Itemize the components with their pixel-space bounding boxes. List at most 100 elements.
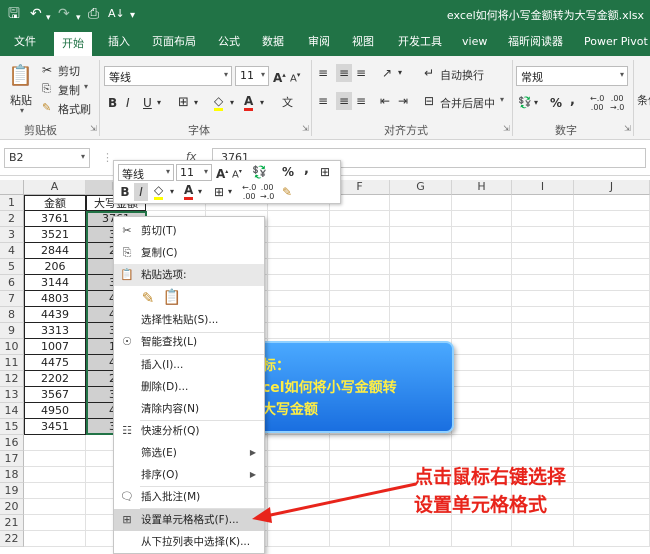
cell-j16[interactable] bbox=[574, 435, 650, 451]
cell-h12[interactable] bbox=[452, 371, 512, 387]
cell-e9[interactable] bbox=[268, 323, 330, 339]
row-header-2[interactable]: 2 bbox=[0, 211, 24, 227]
mini-accounting-icon[interactable]: 💱 bbox=[252, 163, 267, 181]
cell-j7[interactable] bbox=[574, 291, 650, 307]
column-header-a[interactable]: A bbox=[24, 180, 86, 195]
fill-color-dropdown-icon[interactable]: ▾ bbox=[230, 94, 234, 112]
name-box-splitter[interactable]: ⋮ bbox=[102, 151, 113, 164]
cell-j18[interactable] bbox=[574, 467, 650, 483]
cell-a1[interactable]: 金额 bbox=[24, 195, 86, 211]
tab-review[interactable]: 审阅 bbox=[308, 34, 330, 56]
row-header-14[interactable]: 14 bbox=[0, 403, 24, 419]
cell-g2[interactable] bbox=[390, 211, 452, 227]
row-header-7[interactable]: 7 bbox=[0, 291, 24, 307]
cell-i8[interactable] bbox=[512, 307, 574, 323]
cell-j9[interactable] bbox=[574, 323, 650, 339]
cut-button[interactable]: 剪切 bbox=[58, 63, 80, 79]
cell-f22[interactable] bbox=[330, 531, 390, 547]
paste-dropdown-icon[interactable]: ▾ bbox=[20, 106, 24, 115]
tab-home[interactable]: 开始 bbox=[54, 32, 92, 56]
tab-file[interactable]: 文件 bbox=[14, 34, 36, 56]
paste-icon[interactable]: 📋 bbox=[8, 62, 33, 88]
cell-h8[interactable] bbox=[452, 307, 512, 323]
underline-button[interactable]: U bbox=[143, 94, 152, 112]
print-preview-icon[interactable]: ⎙ bbox=[88, 5, 99, 23]
cell-e7[interactable] bbox=[268, 291, 330, 307]
cell-j13[interactable] bbox=[574, 387, 650, 403]
row-header-18[interactable]: 18 bbox=[0, 467, 24, 483]
name-box[interactable]: B2 ▾ bbox=[4, 148, 90, 168]
cell-h7[interactable] bbox=[452, 291, 512, 307]
sort-asc-icon[interactable]: A↓ bbox=[108, 5, 125, 23]
cell-h5[interactable] bbox=[452, 259, 512, 275]
cell-i22[interactable] bbox=[512, 531, 574, 547]
cell-a20[interactable] bbox=[24, 499, 86, 515]
cell-e4[interactable] bbox=[268, 243, 330, 259]
number-format-select[interactable]: 常规 ▾ bbox=[516, 66, 628, 86]
tab-view-en[interactable]: view bbox=[462, 34, 487, 56]
row-header-4[interactable]: 4 bbox=[0, 243, 24, 259]
undo-dropdown-icon[interactable]: ▾ bbox=[46, 9, 51, 27]
cell-e8[interactable] bbox=[268, 307, 330, 323]
accounting-dropdown-icon[interactable]: ▾ bbox=[534, 94, 538, 112]
copy-button[interactable]: 复制 bbox=[58, 82, 80, 98]
decrease-font-icon[interactable]: A▾ bbox=[290, 66, 300, 88]
cell-g8[interactable] bbox=[390, 307, 452, 323]
cell-f16[interactable] bbox=[330, 435, 390, 451]
menu-item-quick-analysis[interactable]: ☷ 快速分析(Q) bbox=[114, 420, 264, 442]
cell-j11[interactable] bbox=[574, 355, 650, 371]
menu-item-pick-from-list[interactable]: 从下拉列表中选择(K)... bbox=[114, 531, 264, 553]
orientation-icon[interactable]: ↗ bbox=[382, 64, 392, 82]
cell-a2[interactable]: 3761 bbox=[24, 211, 86, 227]
row-header-10[interactable]: 10 bbox=[0, 339, 24, 355]
column-header-g[interactable]: G bbox=[390, 180, 452, 195]
mini-format-table-icon[interactable]: ⊞ bbox=[320, 163, 330, 181]
menu-item-smart-lookup[interactable]: ☉ 智能查找(L) bbox=[114, 331, 264, 353]
mini-bold-button[interactable]: B bbox=[118, 183, 132, 201]
mini-comma-button[interactable]: , bbox=[304, 161, 309, 179]
cell-j14[interactable] bbox=[574, 403, 650, 419]
cell-f6[interactable] bbox=[330, 275, 390, 291]
mini-font-size-select[interactable]: 11 ▾ bbox=[176, 164, 212, 181]
cell-a5[interactable]: 206 bbox=[24, 259, 86, 275]
cell-j21[interactable] bbox=[574, 515, 650, 531]
cell-e3[interactable] bbox=[268, 227, 330, 243]
menu-item-clear-contents[interactable]: 清除内容(N) bbox=[114, 398, 264, 420]
cell-a18[interactable] bbox=[24, 467, 86, 483]
cell-j2[interactable] bbox=[574, 211, 650, 227]
conditional-format-button[interactable]: 条件 bbox=[637, 92, 650, 108]
cell-a14[interactable]: 4950 bbox=[24, 403, 86, 419]
cell-i6[interactable] bbox=[512, 275, 574, 291]
cell-e6[interactable] bbox=[268, 275, 330, 291]
cell-e5[interactable] bbox=[268, 259, 330, 275]
cell-h10[interactable] bbox=[452, 339, 512, 355]
cell-g4[interactable] bbox=[390, 243, 452, 259]
align-top-icon[interactable]: ≡ bbox=[318, 64, 328, 82]
format-painter-button[interactable]: 格式刷 bbox=[58, 101, 91, 117]
align-left-icon[interactable]: ≡ bbox=[318, 92, 328, 110]
cell-j6[interactable] bbox=[574, 275, 650, 291]
cell-a9[interactable]: 3313 bbox=[24, 323, 86, 339]
cell-a16[interactable] bbox=[24, 435, 86, 451]
cell-i14[interactable] bbox=[512, 403, 574, 419]
undo-icon[interactable]: ↶ bbox=[30, 5, 42, 23]
row-header-19[interactable]: 19 bbox=[0, 483, 24, 499]
row-header-3[interactable]: 3 bbox=[0, 227, 24, 243]
cell-j3[interactable] bbox=[574, 227, 650, 243]
mini-borders-dropdown-icon[interactable]: ▾ bbox=[228, 183, 232, 201]
column-header-h[interactable]: H bbox=[452, 180, 512, 195]
cell-h6[interactable] bbox=[452, 275, 512, 291]
mini-increase-font-icon[interactable]: A▴ bbox=[216, 163, 228, 183]
cell-h3[interactable] bbox=[452, 227, 512, 243]
scissors-icon[interactable]: ✂ bbox=[42, 61, 52, 79]
font-launcher-icon[interactable]: ⇲ bbox=[302, 124, 309, 133]
cell-h11[interactable] bbox=[452, 355, 512, 371]
merge-center-icon[interactable]: ⊟ bbox=[424, 92, 434, 110]
cell-i3[interactable] bbox=[512, 227, 574, 243]
cell-j4[interactable] bbox=[574, 243, 650, 259]
cell-a17[interactable] bbox=[24, 451, 86, 467]
save-icon[interactable]: 🖫 bbox=[8, 5, 20, 23]
row-header-13[interactable]: 13 bbox=[0, 387, 24, 403]
cell-f17[interactable] bbox=[330, 451, 390, 467]
cell-a15[interactable]: 3451 bbox=[24, 419, 86, 435]
